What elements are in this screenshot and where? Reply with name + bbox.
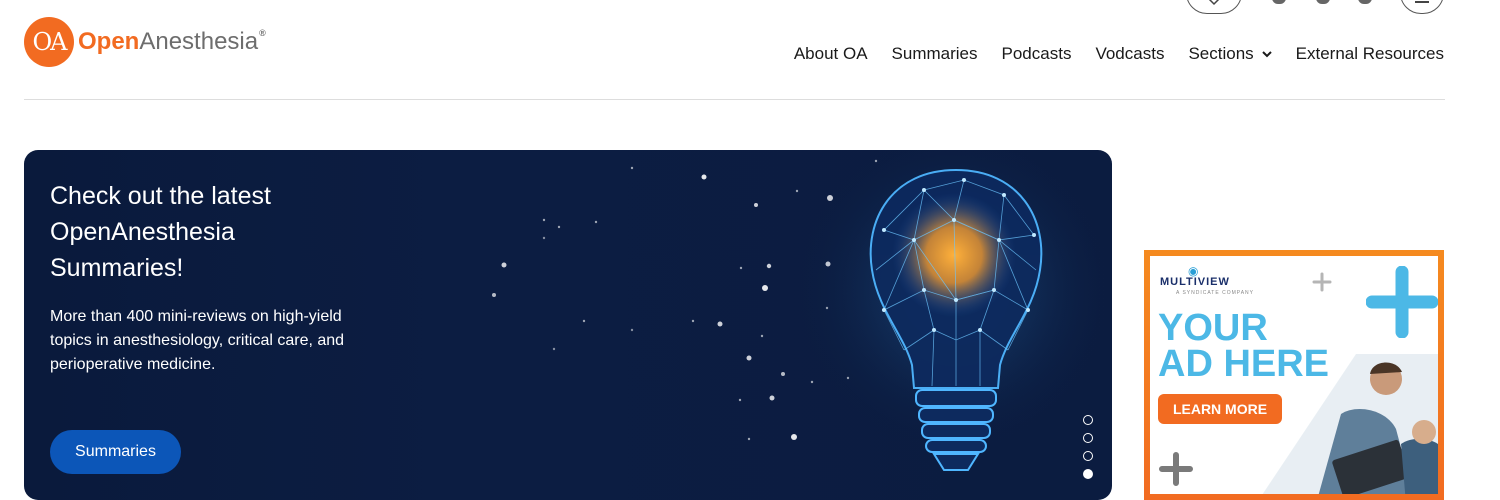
nav-label: Vodcasts: [1095, 44, 1165, 63]
ad-brand: MULTIVIEW: [1160, 276, 1230, 288]
nav-item-vodcasts[interactable]: Vodcasts: [1095, 44, 1164, 64]
logo-mark: OA: [24, 17, 74, 67]
site-logo[interactable]: OA OpenAnesthesia®: [24, 17, 266, 67]
nav-item-podcasts[interactable]: Podcasts: [1002, 44, 1072, 64]
lightbulb-illustration: [492, 150, 1112, 471]
hero-carousel: Check out the latest OpenAnesthesia Summ…: [24, 150, 1112, 500]
carousel-indicators: [1083, 415, 1093, 487]
nav-item-about-oa[interactable]: About OA: [794, 44, 868, 64]
plus-icon: [1366, 266, 1438, 338]
logo-text-open: Open: [78, 28, 140, 55]
plus-icon: [1312, 272, 1332, 292]
nav-item-external-resources[interactable]: External Resources: [1296, 44, 1444, 64]
advertisement-banner[interactable]: ◉ MULTIVIEW A SYNDICATE COMPANY YOUR AD …: [1144, 250, 1444, 500]
nav-label: External Resources: [1295, 44, 1444, 63]
nav-item-sections[interactable]: Sections: [1188, 44, 1272, 64]
nav-label: About OA: [793, 44, 868, 63]
nav-label: Sections: [1188, 44, 1254, 63]
nav-label: Podcasts: [1001, 44, 1072, 63]
chevron-down-icon: [1261, 51, 1272, 58]
search-icon[interactable]: [1186, 0, 1242, 14]
main-nav: About OA Summaries Podcasts Vodcasts Sec…: [770, 44, 1444, 64]
carousel-dot-2[interactable]: [1083, 433, 1093, 443]
twitter-icon[interactable]: [1316, 0, 1330, 4]
ad-content: ◉ MULTIVIEW A SYNDICATE COMPANY YOUR AD …: [1150, 256, 1438, 494]
header-divider: [24, 99, 1445, 100]
facebook-icon[interactable]: [1272, 0, 1286, 4]
logo-text-anesthesia: Anesthesia: [139, 28, 259, 55]
hero-description: More than 400 mini-reviews on high-yield…: [50, 308, 345, 373]
nav-item-summaries[interactable]: Summaries: [892, 44, 978, 64]
nav-label: Summaries: [891, 44, 978, 63]
ad-brand-sub: A SYNDICATE COMPANY: [1176, 290, 1254, 296]
hero-title: Check out the latest OpenAnesthesia Summ…: [50, 182, 271, 282]
plus-icon: [1159, 452, 1193, 486]
carousel-dot-3[interactable]: [1083, 451, 1093, 461]
ad-headline-line-1: YOUR: [1158, 307, 1268, 349]
registered-mark: ®: [259, 28, 266, 38]
instagram-icon[interactable]: [1358, 0, 1372, 4]
carousel-dot-4[interactable]: [1083, 469, 1093, 479]
header-utility-icons: [1186, 0, 1446, 18]
ad-photo: [1262, 354, 1438, 494]
logo-wordmark: OpenAnesthesia®: [78, 28, 266, 56]
menu-icon[interactable]: [1400, 0, 1444, 14]
summaries-button[interactable]: Summaries: [50, 430, 181, 474]
carousel-dot-1[interactable]: [1083, 415, 1093, 425]
